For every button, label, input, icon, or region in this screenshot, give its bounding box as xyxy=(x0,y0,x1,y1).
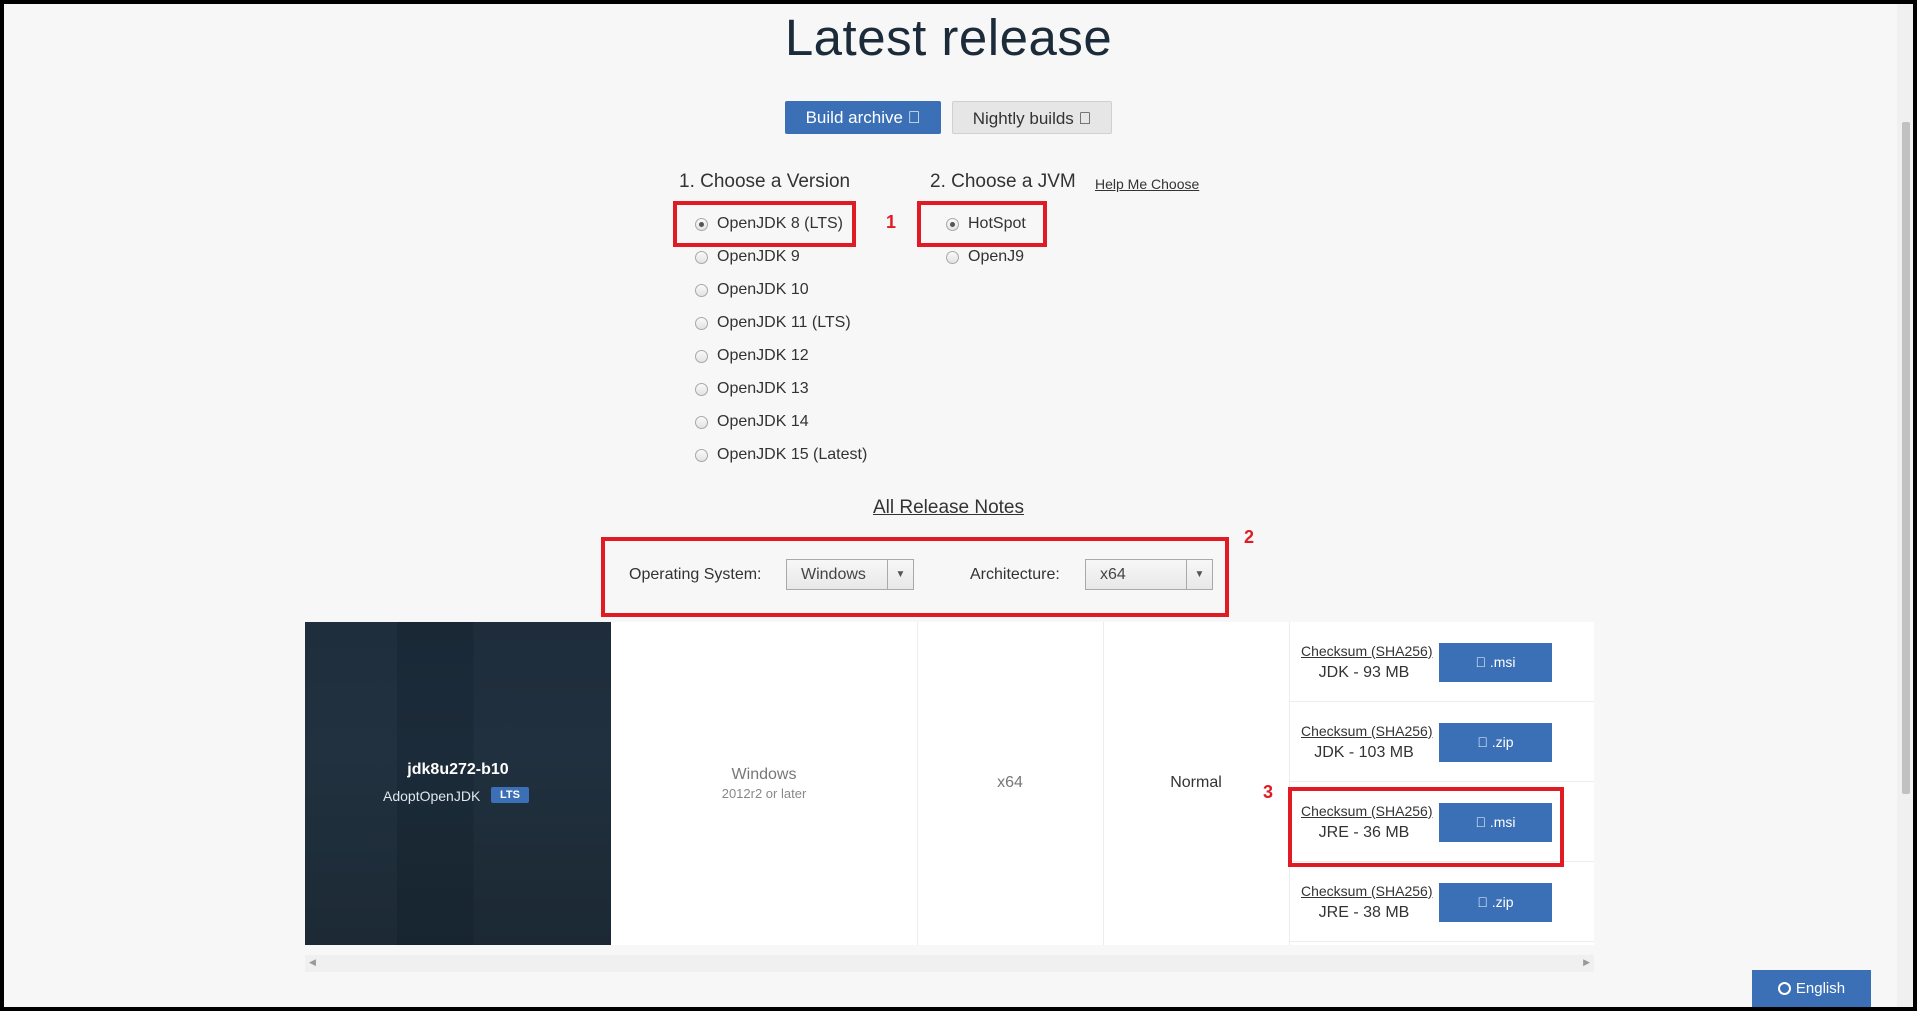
version-option-openjdk9[interactable]: OpenJDK 9 xyxy=(695,245,800,269)
build-archive-button[interactable]: Build archive  xyxy=(785,101,941,134)
radio-icon[interactable] xyxy=(695,382,708,396)
scroll-left-icon[interactable]: ◀ xyxy=(309,957,316,968)
nightly-builds-button[interactable]: Nightly builds  xyxy=(952,101,1112,134)
checksum-link[interactable]: Checksum (SHA256) xyxy=(1301,883,1433,899)
globe-icon xyxy=(1777,982,1791,995)
version-option-label: OpenJDK 13 xyxy=(717,380,809,397)
radio-icon[interactable] xyxy=(695,448,708,462)
release-tile xyxy=(305,622,611,945)
jvm-option-label: OpenJ9 xyxy=(968,248,1025,265)
checksum-link[interactable]: Checksum (SHA256) xyxy=(1301,643,1433,659)
annotation-number-1: 1 xyxy=(886,212,897,232)
version-option-openjdk13[interactable]: OpenJDK 13 xyxy=(695,377,809,401)
os-select[interactable]: Windows ▼ xyxy=(786,559,914,590)
os-select-value: Windows xyxy=(801,566,866,583)
release-os: Windows xyxy=(731,766,797,783)
version-option-openjdk11[interactable]: OpenJDK 11 (LTS) xyxy=(695,311,851,335)
release-architecture: x64 xyxy=(997,774,1023,791)
radio-icon[interactable] xyxy=(946,250,959,264)
release-vendor: AdoptOpenJDK xyxy=(383,788,481,804)
version-option-label: OpenJDK 9 xyxy=(717,248,800,265)
release-name: jdk8u272-b10 xyxy=(407,761,509,778)
radio-icon[interactable] xyxy=(695,250,708,264)
version-option-openjdk14[interactable]: OpenJDK 14 xyxy=(695,410,809,434)
package-size: JRE - 38 MB xyxy=(1318,904,1410,921)
os-label: Operating System: xyxy=(629,566,762,583)
version-option-label: OpenJDK 12 xyxy=(717,347,809,364)
annotation-number-2: 2 xyxy=(1244,527,1255,547)
annotation-box-jvm xyxy=(917,201,1047,247)
download-row-jre-zip: Checksum (SHA256) JRE - 38 MB  .zip xyxy=(1289,862,1594,942)
page-title: Latest release xyxy=(784,9,1113,66)
dropdown-arrow-icon: ▼ xyxy=(887,560,913,589)
vertical-scrollbar-thumb[interactable] xyxy=(1902,122,1910,794)
architecture-select[interactable]: x64 ▼ xyxy=(1085,559,1213,590)
checksum-link[interactable]: Checksum (SHA256) xyxy=(1301,723,1433,739)
version-option-openjdk12[interactable]: OpenJDK 12 xyxy=(695,344,809,368)
download-zip-button[interactable]:  .zip xyxy=(1439,883,1552,922)
annotation-box-jre-msi xyxy=(1288,787,1564,867)
scroll-right-icon[interactable]: ▶ xyxy=(1583,957,1590,968)
package-size: JDK - 93 MB xyxy=(1318,664,1410,681)
lts-badge: LTS xyxy=(491,787,529,803)
version-option-label: OpenJDK 10 xyxy=(717,281,809,298)
help-me-choose-link[interactable]: Help Me Choose xyxy=(1095,176,1199,192)
radio-icon[interactable] xyxy=(695,283,708,297)
radio-icon[interactable] xyxy=(695,316,708,330)
architecture-label: Architecture: xyxy=(970,566,1060,583)
version-option-label: OpenJDK 14 xyxy=(717,413,809,430)
language-button[interactable]: English xyxy=(1752,970,1871,1007)
version-option-openjdk15[interactable]: OpenJDK 15 (Latest) xyxy=(695,443,867,467)
release-os-requirement: 2012r2 or later xyxy=(721,786,807,801)
download-msi-button[interactable]:  .msi xyxy=(1439,643,1552,682)
all-release-notes-link[interactable]: All Release Notes xyxy=(873,497,1024,518)
dropdown-arrow-icon: ▼ xyxy=(1186,560,1212,589)
version-option-openjdk10[interactable]: OpenJDK 10 xyxy=(695,278,809,302)
jvm-option-openj9[interactable]: OpenJ9 xyxy=(946,245,1024,269)
language-label: English xyxy=(1795,980,1846,997)
release-heap-size: Normal xyxy=(1170,774,1222,791)
radio-icon[interactable] xyxy=(695,349,708,363)
download-zip-button[interactable]:  .zip xyxy=(1439,723,1552,762)
version-option-label: OpenJDK 11 (LTS) xyxy=(717,314,851,331)
download-row-jdk-zip: Checksum (SHA256) JDK - 103 MB  .zip xyxy=(1289,702,1594,782)
choose-version-heading: 1. Choose a Version xyxy=(679,171,851,192)
architecture-select-value: x64 xyxy=(1100,566,1126,583)
horizontal-scrollbar[interactable]: ◀ ▶ xyxy=(305,955,1594,972)
radio-icon[interactable] xyxy=(695,415,708,429)
version-option-label: OpenJDK 15 (Latest) xyxy=(717,446,868,463)
annotation-number-3: 3 xyxy=(1263,782,1274,802)
annotation-box-version xyxy=(673,201,856,247)
choose-jvm-heading: 2. Choose a JVM xyxy=(930,171,1076,192)
package-size: JDK - 103 MB xyxy=(1314,744,1414,761)
download-row-jdk-msi: Checksum (SHA256) JDK - 93 MB  .msi xyxy=(1289,622,1594,702)
